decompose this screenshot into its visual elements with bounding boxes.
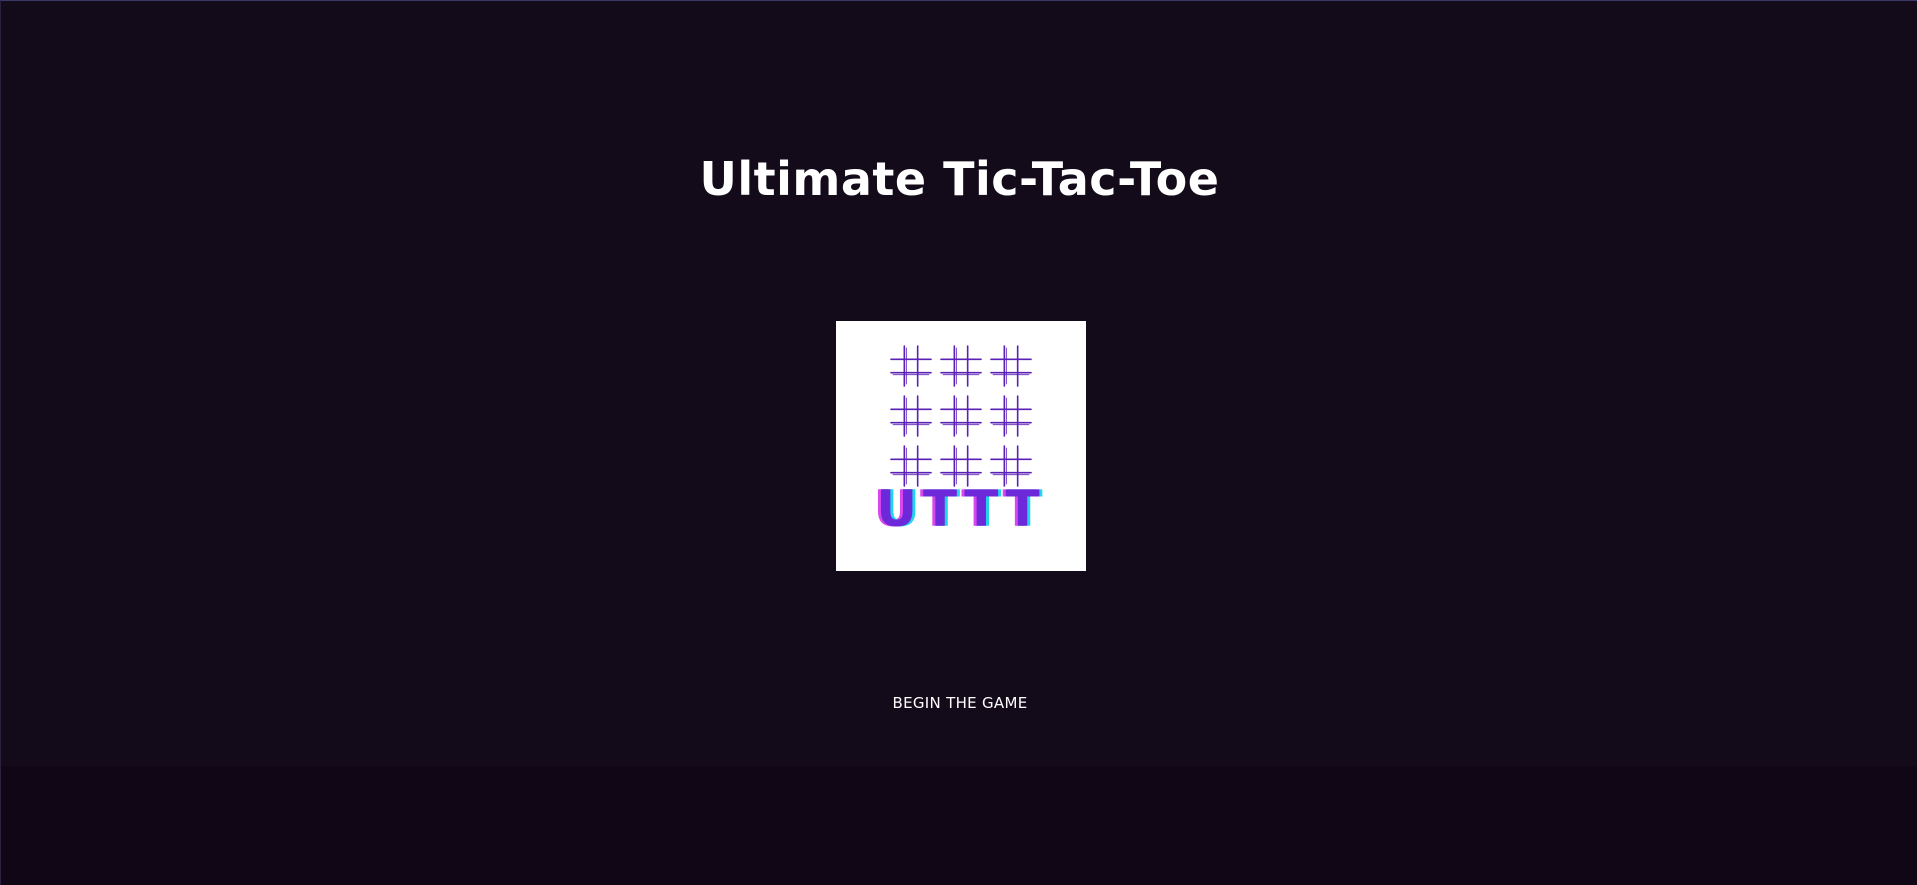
main-panel: Ultimate Tic-Tac-Toe UTTT UTTT UTTT BEGI… — [1, 1, 1917, 766]
tic-tac-toe-grid-icon: UTTT UTTT UTTT — [873, 345, 1045, 538]
logo-text: UTTT — [876, 480, 1045, 538]
mini-grid — [990, 395, 1032, 437]
mini-grid — [890, 345, 932, 387]
mini-grids — [890, 345, 1032, 487]
game-logo: UTTT UTTT UTTT — [836, 321, 1086, 571]
mini-grid — [990, 345, 1032, 387]
mini-grid — [940, 395, 982, 437]
begin-game-button[interactable]: BEGIN THE GAME — [859, 687, 1061, 719]
mini-grid — [940, 345, 982, 387]
mini-grid — [890, 395, 932, 437]
game-start-screen: Ultimate Tic-Tac-Toe UTTT UTTT UTTT BEGI… — [0, 0, 1917, 885]
logo-text-group: UTTT UTTT UTTT — [873, 480, 1045, 538]
page-title: Ultimate Tic-Tac-Toe — [699, 152, 1220, 206]
